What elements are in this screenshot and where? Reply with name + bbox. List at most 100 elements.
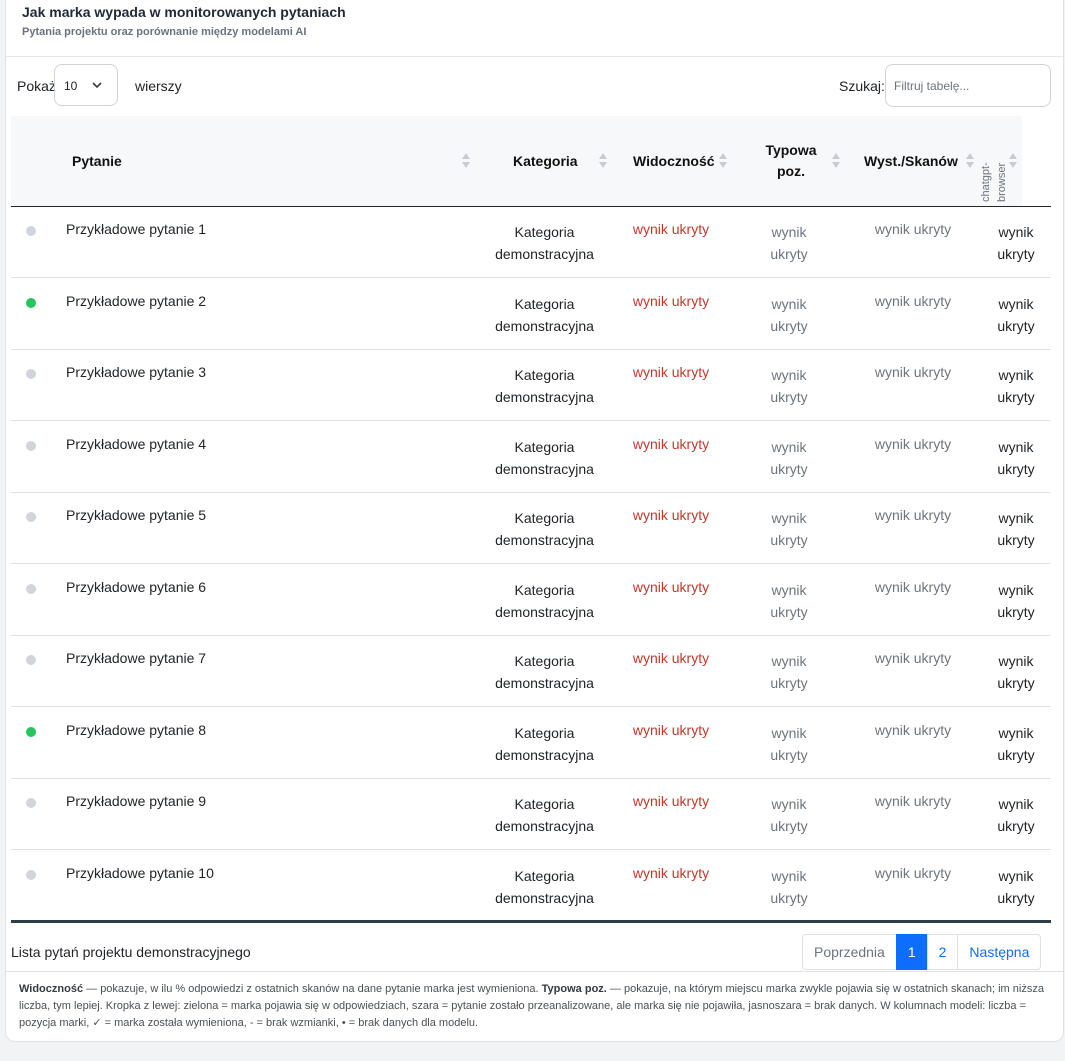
- status-dot: [26, 655, 36, 665]
- model-cell: wynik ukryty: [997, 653, 1035, 691]
- page-1-button[interactable]: 1: [895, 934, 928, 970]
- appearances-cell: wynik ukryty: [874, 221, 952, 237]
- question-cell: Przykładowe pytanie 4: [66, 435, 207, 452]
- next-page-button[interactable]: Następna: [957, 934, 1042, 970]
- previous-page-button[interactable]: Poprzednia: [802, 934, 897, 970]
- status-dot: [26, 869, 36, 880]
- typical-position-cell: wynik ukryty: [770, 653, 808, 691]
- appearances-cell: wynik ukryty: [874, 650, 952, 666]
- sort-icon[interactable]: [462, 153, 470, 169]
- page-size-select[interactable]: 10: [54, 64, 118, 106]
- table-row[interactable]: Przykładowe pytanie 10 Kategoria demonstr…: [11, 851, 1051, 922]
- rows-label: wierszy: [135, 78, 182, 94]
- table-row[interactable]: Przykładowe pytanie 6 Kategoria demonstra…: [11, 565, 1051, 636]
- legend-visibility-text: — pokazuje, w ilu % odpowiedzi z ostatni…: [83, 983, 542, 995]
- column-header-question[interactable]: Pytanie: [72, 151, 122, 172]
- card-subtitle: Pytania projektu oraz porównanie między …: [22, 26, 307, 38]
- question-cell: Przykładowe pytanie 6: [66, 578, 207, 595]
- visibility-cell: wynik ukryty: [632, 364, 710, 380]
- visibility-cell: wynik ukryty: [632, 507, 710, 523]
- pagination: Poprzednia 1 2 Następna: [802, 934, 1042, 970]
- typical-position-cell: wynik ukryty: [770, 295, 808, 334]
- appearances-cell: wynik ukryty: [874, 292, 952, 309]
- typical-position-cell: wynik ukryty: [770, 224, 808, 262]
- column-header-typical-position[interactable]: Typowa poz.: [758, 140, 824, 182]
- category-cell: Kategoria demonstracyjna: [495, 796, 594, 834]
- visibility-cell: wynik ukryty: [632, 650, 710, 666]
- status-dot: [26, 297, 36, 308]
- page-size-value: 10: [64, 79, 78, 93]
- visibility-cell: wynik ukryty: [632, 221, 710, 237]
- category-cell: Kategoria demonstracyjna: [495, 867, 594, 906]
- table-row[interactable]: Przykładowe pytanie 4 Kategoria demonstra…: [11, 422, 1051, 493]
- status-dot: [26, 583, 36, 594]
- table-row[interactable]: Przykładowe pytanie 1 Kategoria demonstra…: [11, 207, 1051, 278]
- question-cell: Przykładowe pytanie 1: [66, 221, 207, 237]
- column-header-category[interactable]: Kategoria: [513, 151, 578, 172]
- question-cell: Przykładowe pytanie 8: [66, 721, 207, 738]
- question-cell: Przykładowe pytanie 10: [66, 864, 214, 881]
- sort-icon[interactable]: [719, 153, 727, 169]
- status-dot: [26, 440, 36, 451]
- appearances-cell: wynik ukryty: [874, 364, 952, 380]
- table-row[interactable]: Przykładowe pytanie 8 Kategoria demonstra…: [11, 708, 1051, 779]
- status-dot: [26, 369, 36, 379]
- typical-position-cell: wynik ukryty: [770, 510, 808, 548]
- column-header-model[interactable]: chatgpt-browser: [978, 124, 1008, 202]
- visibility-cell: wynik ukryty: [632, 793, 710, 809]
- visibility-cell: wynik ukryty: [632, 292, 710, 309]
- page-size-label: Pokaż: [17, 78, 56, 94]
- visibility-cell: wynik ukryty: [632, 435, 710, 452]
- table-row[interactable]: Przykładowe pytanie 9 Kategoria demonstra…: [11, 779, 1051, 850]
- question-cell: Przykładowe pytanie 5: [66, 507, 207, 523]
- page-2-button[interactable]: 2: [926, 934, 959, 970]
- typical-position-cell: wynik ukryty: [770, 438, 808, 477]
- typical-position-cell: wynik ukryty: [770, 367, 808, 405]
- model-cell: wynik ukryty: [997, 724, 1035, 763]
- search-label: Szukaj:: [839, 78, 885, 94]
- question-cell: Przykładowe pytanie 9: [66, 793, 207, 809]
- category-cell: Kategoria demonstracyjna: [495, 367, 594, 405]
- category-cell: Kategoria demonstracyjna: [495, 510, 594, 548]
- category-cell: Kategoria demonstracyjna: [495, 438, 594, 477]
- visibility-cell: wynik ukryty: [632, 578, 710, 595]
- sort-icon[interactable]: [966, 153, 974, 169]
- category-cell: Kategoria demonstracyjna: [495, 724, 594, 763]
- category-cell: Kategoria demonstracyjna: [495, 653, 594, 691]
- status-dot: [26, 512, 36, 522]
- typical-position-cell: wynik ukryty: [770, 724, 808, 763]
- question-cell: Przykładowe pytanie 3: [66, 364, 207, 380]
- table-footer-divider: [11, 920, 1051, 923]
- column-header-visibility[interactable]: Widoczność: [633, 151, 715, 172]
- chevron-down-icon: [92, 82, 102, 89]
- appearances-cell: wynik ukryty: [874, 578, 952, 595]
- status-dot: [26, 726, 36, 737]
- typical-position-cell: wynik ukryty: [770, 581, 808, 620]
- category-cell: Kategoria demonstracyjna: [495, 581, 594, 620]
- table-row[interactable]: Przykładowe pytanie 2 Kategoria demonstra…: [11, 279, 1051, 350]
- model-cell: wynik ukryty: [997, 510, 1035, 548]
- sort-icon[interactable]: [832, 153, 840, 169]
- sort-icon[interactable]: [599, 153, 607, 169]
- search-input[interactable]: [885, 64, 1051, 107]
- card-title: Jak marka wypada w monitorowanych pytani…: [22, 4, 346, 20]
- appearances-cell: wynik ukryty: [874, 435, 952, 452]
- typical-position-cell: wynik ukryty: [770, 867, 808, 906]
- sort-icon[interactable]: [1009, 153, 1017, 169]
- table-row[interactable]: Przykładowe pytanie 7 Kategoria demonstra…: [11, 636, 1051, 707]
- appearances-cell: wynik ukryty: [874, 864, 952, 881]
- table-row[interactable]: Przykładowe pytanie 5 Kategoria demonstra…: [11, 493, 1051, 564]
- category-cell: Kategoria demonstracyjna: [495, 224, 594, 262]
- question-cell: Przykładowe pytanie 2: [66, 292, 207, 309]
- table-row[interactable]: Przykładowe pytanie 3 Kategoria demonstra…: [11, 350, 1051, 421]
- visibility-cell: wynik ukryty: [632, 864, 710, 881]
- card-header: Jak marka wypada w monitorowanych pytani…: [6, 0, 1063, 57]
- model-cell: wynik ukryty: [997, 438, 1035, 477]
- column-header-appearances[interactable]: Wyst./Skanów: [864, 151, 958, 172]
- appearances-cell: wynik ukryty: [874, 507, 952, 523]
- model-cell: wynik ukryty: [997, 295, 1035, 334]
- legend-position-term: Typowa poz.: [541, 983, 607, 995]
- question-cell: Przykładowe pytanie 7: [66, 650, 207, 666]
- model-cell: wynik ukryty: [997, 367, 1035, 405]
- status-dot: [26, 226, 36, 236]
